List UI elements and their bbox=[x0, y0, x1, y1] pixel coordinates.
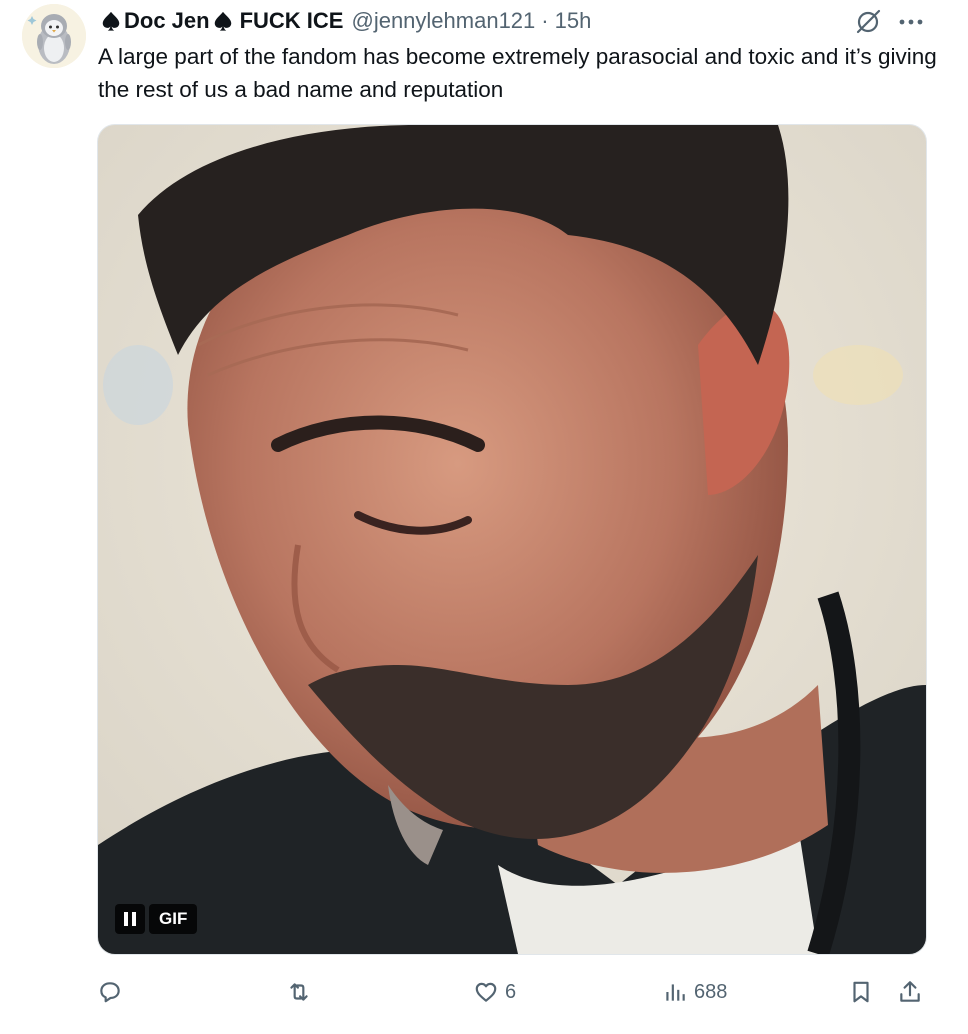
retweet-icon bbox=[290, 983, 308, 1001]
retweet-button[interactable] bbox=[286, 972, 318, 1012]
like-button[interactable]: 6 bbox=[473, 972, 516, 1012]
share-button[interactable] bbox=[897, 972, 923, 1012]
bookmark-icon bbox=[853, 981, 869, 1003]
tweet-text: A large part of the fandom has become ex… bbox=[98, 44, 937, 102]
gif-badge: GIF bbox=[149, 904, 198, 934]
penguin-avatar-icon bbox=[22, 4, 86, 68]
views-button[interactable]: 688 bbox=[662, 972, 727, 1012]
avatar[interactable] bbox=[22, 4, 86, 68]
more-icon[interactable] bbox=[896, 10, 926, 34]
tweet-header: Doc Jen FUCK ICE @jennylehman121 · 15h bbox=[98, 6, 591, 36]
display-name[interactable]: Doc Jen FUCK ICE bbox=[98, 8, 343, 34]
spade-icon bbox=[214, 11, 231, 31]
spade-icon bbox=[102, 11, 120, 31]
views-icon bbox=[666, 984, 685, 1001]
gif-image bbox=[98, 125, 926, 954]
tweet: Doc Jen FUCK ICE @jennylehman121 · 15h A… bbox=[0, 0, 968, 1034]
views-count: 688 bbox=[694, 980, 728, 1003]
pause-button[interactable] bbox=[115, 904, 145, 934]
like-icon bbox=[475, 982, 497, 1002]
grok-icon[interactable] bbox=[854, 8, 882, 36]
timestamp[interactable]: 15h bbox=[555, 8, 592, 34]
display-name-part-2: FUCK ICE bbox=[239, 8, 344, 33]
bookmark-button[interactable] bbox=[848, 972, 874, 1012]
pause-icon bbox=[124, 912, 136, 926]
display-name-part-1: Doc Jen bbox=[124, 8, 210, 33]
like-count: 6 bbox=[505, 980, 517, 1003]
share-icon bbox=[900, 981, 920, 1002]
reply-button[interactable] bbox=[97, 972, 129, 1012]
separator-dot: · bbox=[541, 8, 549, 33]
gif-media[interactable]: GIF bbox=[97, 124, 927, 955]
reply-icon bbox=[100, 982, 120, 1003]
action-bar: 6 688 bbox=[0, 972, 968, 1012]
handle[interactable]: @jennylehman121 bbox=[351, 8, 535, 34]
gif-controls: GIF bbox=[115, 904, 198, 934]
